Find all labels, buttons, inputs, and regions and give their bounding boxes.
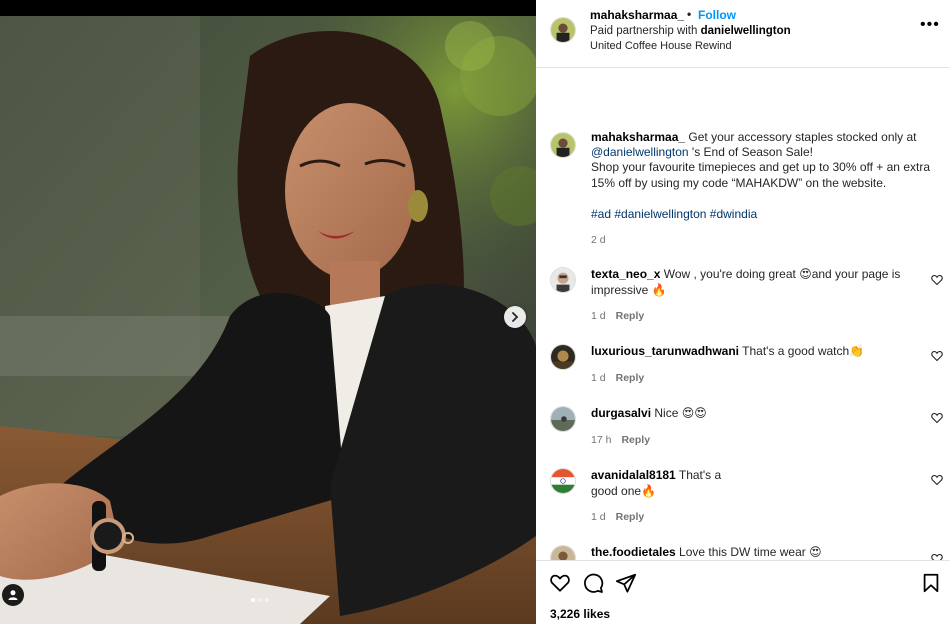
more-horizontal-icon: ••• [920, 16, 940, 33]
heart-icon[interactable] [931, 412, 943, 424]
comment-body: the.foodietales Love this DW time wear 😍 [591, 545, 909, 561]
caption-text: Shop your favourite timepieces and get u… [591, 160, 930, 190]
comment-text: Nice 😍😍 [654, 406, 707, 420]
heart-icon[interactable] [931, 474, 943, 486]
caption-timestamp: 2 d [591, 234, 606, 246]
comment-time: 1 d [591, 511, 606, 523]
comment-meta: 17 h Reply [591, 434, 650, 446]
author-username[interactable]: mahaksharmaa_ [590, 8, 684, 22]
bookmark-icon[interactable] [920, 572, 942, 594]
caption-mention[interactable]: @danielwellington [591, 145, 689, 159]
comment-time: 17 h [591, 434, 612, 446]
comment-time: 1 d [591, 372, 606, 384]
commenter-avatar[interactable] [550, 406, 576, 432]
comment-meta: 1 d Reply [591, 372, 644, 384]
hashtag-link[interactable]: #ad [591, 207, 611, 221]
heart-icon[interactable] [549, 572, 571, 594]
post-sidebar: mahaksharmaa_ • Follow Paid partnership … [536, 0, 950, 624]
follow-button[interactable]: Follow [698, 8, 736, 22]
commenter-avatar[interactable] [550, 267, 576, 293]
heart-icon[interactable] [931, 350, 943, 362]
share-icon[interactable] [615, 572, 637, 594]
caption-text: Get your accessory staples stocked only … [685, 130, 917, 144]
caption-hashtags: #ad #danielwellington #dwindia [591, 207, 757, 221]
comment-username[interactable]: durgasalvi [591, 406, 651, 420]
post-media[interactable] [0, 16, 536, 624]
likes-count[interactable]: 3,226 likes [550, 607, 610, 621]
comment-username[interactable]: avanidalal8181 [591, 468, 676, 482]
caption-text: 's End of Season Sale! [688, 145, 813, 160]
post-caption: mahaksharmaa_ Get your accessory staples… [591, 130, 931, 191]
user-tag-icon [8, 590, 18, 600]
reply-button[interactable]: Reply [616, 310, 645, 322]
author-avatar[interactable] [550, 17, 576, 43]
comment-body: durgasalvi Nice 😍😍 [591, 406, 909, 422]
chevron-right-icon [512, 312, 519, 322]
comment-body: avanidalal8181 That's a good one🔥 [591, 468, 741, 499]
post-photo [0, 16, 536, 624]
carousel-dot [251, 598, 255, 602]
comment-icon[interactable] [582, 572, 604, 594]
carousel-dot [258, 598, 262, 602]
comment-time: 1 d [591, 310, 606, 322]
comment-meta: 1 d Reply [591, 511, 644, 523]
comment-username[interactable]: texta_neo_x [591, 267, 660, 281]
next-slide-button[interactable] [504, 306, 526, 328]
partner-link[interactable]: danielwellington [701, 25, 791, 37]
reply-button[interactable]: Reply [616, 511, 645, 523]
comment-meta: 1 d Reply [591, 310, 644, 322]
carousel-dot [265, 598, 269, 602]
comment-text: That's a good watch👏 [742, 344, 865, 358]
commenter-avatar[interactable] [550, 468, 576, 494]
commenter-avatar[interactable] [550, 344, 576, 370]
heart-icon[interactable] [931, 274, 943, 286]
reply-button[interactable]: Reply [621, 434, 650, 446]
tagged-users-button[interactable] [2, 584, 24, 606]
post-header: mahaksharmaa_ • Follow Paid partnership … [536, 0, 950, 68]
comment-body: luxurious_tarunwadhwani That's a good wa… [591, 344, 909, 360]
carousel-indicator [251, 598, 269, 602]
comment-text: Love this DW time wear 😍 [679, 545, 822, 559]
comment-username[interactable]: luxurious_tarunwadhwani [591, 344, 739, 358]
comment-username[interactable]: the.foodietales [591, 545, 676, 559]
caption-username[interactable]: mahaksharmaa_ [591, 130, 685, 144]
location-link[interactable]: United Coffee House Rewind [590, 40, 732, 52]
more-options-button[interactable]: ••• [920, 17, 940, 33]
caption-author-avatar[interactable] [550, 132, 576, 158]
partnership-prefix: Paid partnership with [590, 25, 701, 37]
post-actions: 3,226 likes [536, 560, 950, 624]
comment-body: texta_neo_x Wow , you're doing great 😍an… [591, 267, 909, 298]
reply-button[interactable]: Reply [616, 372, 645, 384]
hashtag-link[interactable]: #dwindia [710, 207, 757, 221]
separator-dot: • [687, 7, 692, 21]
paid-partnership-label: Paid partnership with danielwellington [590, 25, 791, 37]
hashtag-link[interactable]: #danielwellington [614, 207, 706, 221]
